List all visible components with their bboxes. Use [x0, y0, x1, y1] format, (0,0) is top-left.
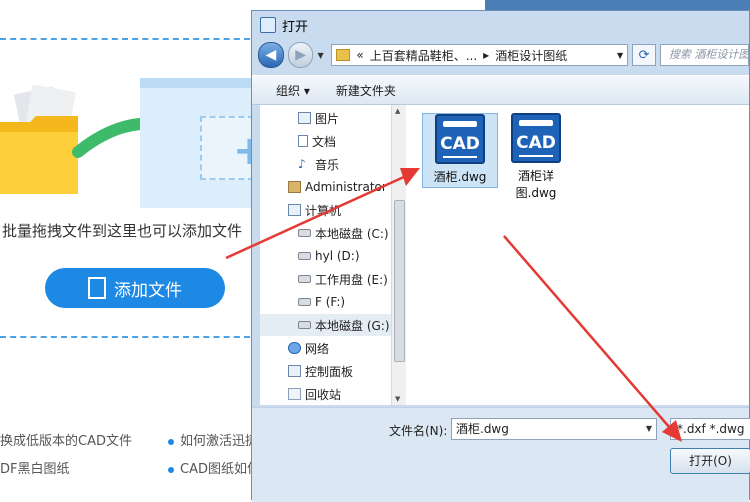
window-strip [485, 0, 750, 10]
nav-item-drive-e[interactable]: 工作用盘 (E:) [298, 268, 388, 290]
breadcrumb-current[interactable]: 酒柜设计图纸 [495, 47, 567, 64]
drive-icon [298, 275, 311, 283]
help-link-4[interactable]: CAD图纸如何 [168, 458, 260, 477]
documents-icon [298, 135, 308, 147]
search-input[interactable]: 搜索 酒柜设计图... [659, 44, 749, 66]
nav-item-recycle-bin[interactable]: 回收站 [288, 383, 341, 405]
nav-item-drive-c[interactable]: 本地磁盘 (C:) [298, 222, 389, 244]
breadcrumb-parent[interactable]: 上百套精品鞋柜、... [370, 47, 477, 64]
history-dropdown-icon[interactable]: ▼ [317, 51, 327, 60]
address-bar[interactable]: « 上百套精品鞋柜、... ▸ 酒柜设计图纸 ▼ [331, 44, 629, 66]
computer-icon [288, 204, 301, 216]
nav-pane-scrollbar[interactable]: ▲ ▼ [391, 105, 406, 405]
dialog-titlebar[interactable]: 打开 [252, 11, 749, 39]
nav-item-drive-d[interactable]: hyl (D:) [298, 245, 360, 267]
help-link-1[interactable]: 换成低版本的CAD文件 [0, 430, 132, 449]
drive-icon [298, 229, 311, 237]
navigation-pane: 图片 文档 ♪ 音乐 Administrator 计算机 本地磁盘 (C:) hy… [260, 105, 406, 405]
nav-item-network[interactable]: 网络 [288, 337, 329, 359]
nav-item-drive-g[interactable]: 本地磁盘 (G:) [260, 314, 391, 336]
dialog-app-icon [260, 17, 276, 33]
back-button[interactable]: ◀ [258, 42, 284, 68]
drop-zone-top-border [0, 38, 250, 40]
user-folder-icon [288, 181, 301, 193]
dialog-title: 打开 [282, 19, 309, 35]
drop-zone-bottom-border [0, 336, 250, 338]
network-icon [288, 342, 301, 354]
open-button[interactable]: 打开(O) [670, 448, 750, 474]
drag-hint-text: 批量拖拽文件到这里也可以添加文件 [2, 222, 243, 240]
add-file-label: 添加文件 [114, 280, 182, 301]
drive-icon [298, 252, 311, 260]
file-item-jiugui-detail[interactable]: CAD 酒柜详图.dwg [499, 113, 573, 203]
refresh-icon[interactable]: ⟳ [632, 44, 656, 66]
nav-item-computer[interactable]: 计算机 [288, 199, 341, 221]
filename-dropdown-icon[interactable]: ▼ [646, 419, 652, 439]
scrollbar-thumb[interactable] [394, 200, 405, 362]
scroll-up-icon[interactable]: ▲ [395, 107, 400, 115]
file-name: 酒柜.dwg [433, 170, 487, 184]
open-file-dialog: 打开 ◀ ▶ ▼ « 上百套精品鞋柜、... ▸ 酒柜设计图纸 ▼ ⟳ 搜索 酒… [251, 10, 750, 502]
filename-label: 文件名(N): [389, 424, 448, 438]
scroll-down-icon[interactable]: ▼ [395, 395, 400, 403]
file-name: 酒柜详图.dwg [515, 169, 557, 200]
filetype-select[interactable]: *.dxf *.dwg [670, 418, 750, 440]
nav-item-administrator[interactable]: Administrator [288, 176, 387, 198]
bullet-icon [168, 438, 174, 445]
organize-button[interactable]: 组织 ▾ [276, 82, 310, 99]
recycle-bin-icon [288, 388, 301, 400]
help-link-3[interactable]: DF黑白图纸 [0, 458, 70, 477]
file-list: CAD 酒柜.dwg CAD 酒柜详图.dwg [406, 105, 749, 405]
bullet-icon [168, 466, 174, 473]
drop-target-panel: + [140, 78, 267, 208]
nav-item-control-panel[interactable]: 控制面板 [288, 360, 353, 382]
breadcrumb-prefix[interactable]: « [356, 48, 363, 62]
cad-file-icon: CAD [435, 114, 485, 164]
help-link-2[interactable]: 如何激活迅捷 [168, 430, 258, 449]
folder-icon [0, 84, 78, 194]
add-file-icon [88, 277, 106, 299]
pictures-icon [298, 112, 311, 124]
address-dropdown-icon[interactable]: ▼ [617, 51, 623, 60]
breadcrumb-separator[interactable]: ▸ [483, 48, 489, 62]
nav-item-drive-f[interactable]: F (F:) [298, 291, 345, 313]
dialog-toolbar: 组织 ▾ 新建文件夹 [252, 75, 749, 105]
drive-icon [298, 321, 311, 329]
music-icon: ♪ [298, 157, 306, 171]
navigation-bar: ◀ ▶ ▼ « 上百套精品鞋柜、... ▸ 酒柜设计图纸 ▼ ⟳ 搜索 酒柜设计… [258, 41, 749, 69]
drive-icon [298, 298, 311, 306]
dialog-footer: 文件名(N): 酒柜.dwg ▼ *.dxf *.dwg 打开(O) [252, 407, 750, 502]
file-item-jiugui[interactable]: CAD 酒柜.dwg [422, 113, 498, 188]
folder-small-icon [336, 49, 351, 61]
control-panel-icon [288, 365, 301, 377]
filename-input[interactable]: 酒柜.dwg ▼ [451, 418, 657, 440]
nav-item-music[interactable]: ♪ 音乐 [298, 153, 339, 175]
add-file-button[interactable]: 添加文件 [45, 268, 225, 308]
forward-button[interactable]: ▶ [287, 42, 314, 68]
nav-item-pictures[interactable]: 图片 [298, 107, 339, 129]
cad-file-icon: CAD [511, 113, 561, 163]
nav-item-documents[interactable]: 文档 [298, 130, 336, 152]
new-folder-button[interactable]: 新建文件夹 [336, 82, 396, 99]
